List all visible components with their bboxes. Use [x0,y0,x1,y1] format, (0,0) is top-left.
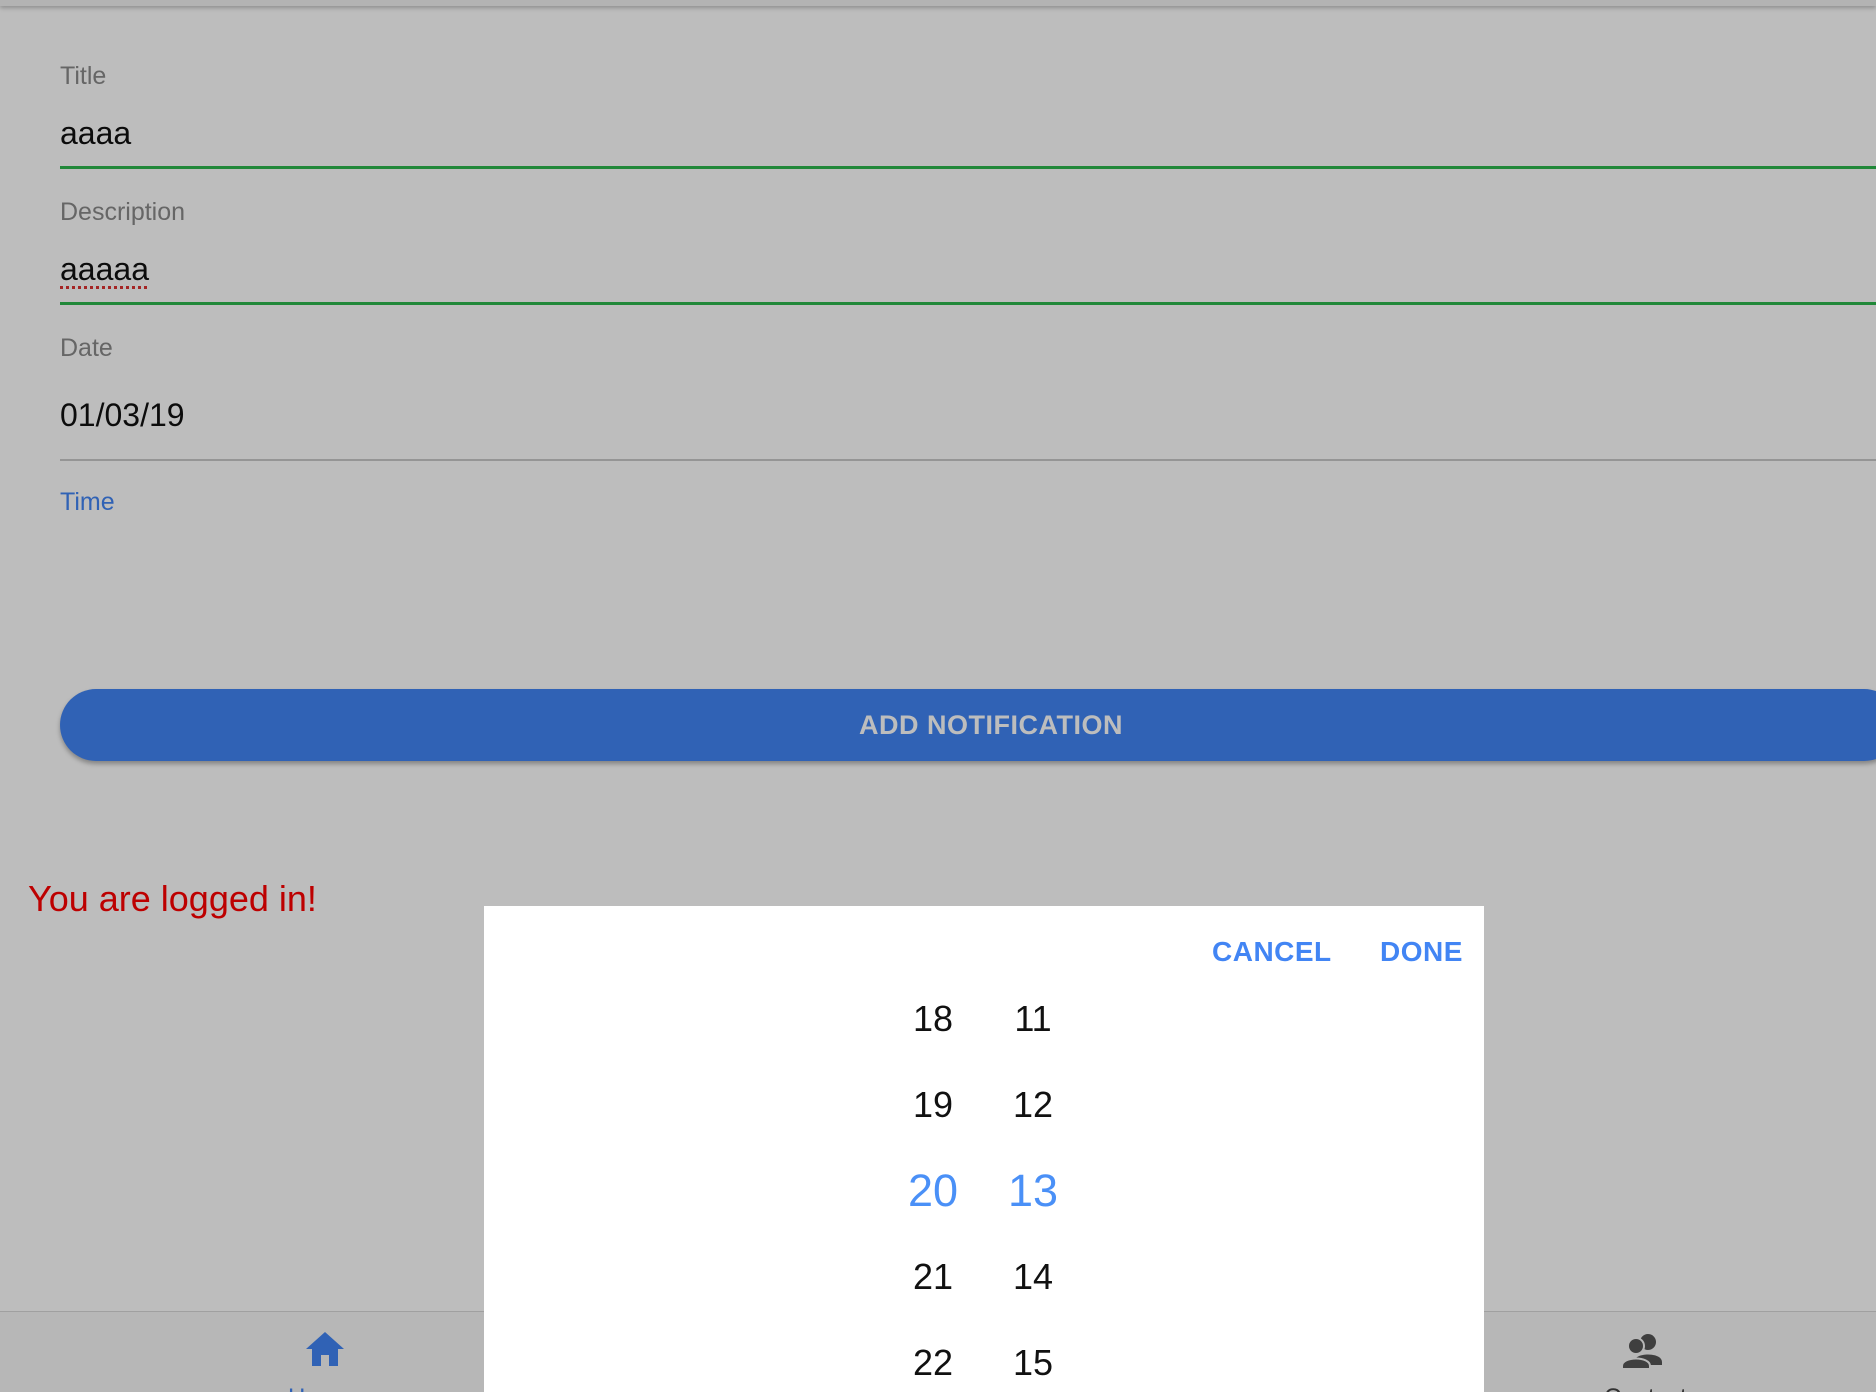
minute-option[interactable]: 12 [993,1084,1073,1126]
minute-option-selected[interactable]: 13 [993,1165,1073,1217]
hour-option[interactable]: 18 [893,998,973,1040]
hour-option[interactable]: 22 [893,1342,973,1384]
hour-option-selected[interactable]: 20 [893,1165,973,1217]
minute-option[interactable]: 14 [993,1256,1073,1298]
minute-option[interactable]: 11 [993,998,1073,1040]
hour-option[interactable]: 19 [893,1084,973,1126]
cancel-button[interactable]: CANCEL [1212,936,1332,968]
hour-option[interactable]: 21 [893,1256,973,1298]
app-screen: Title aaaa Description aaaaa Date 01/03/… [0,0,1876,1392]
done-button[interactable]: DONE [1380,936,1463,968]
minute-option[interactable]: 15 [993,1342,1073,1384]
time-picker-dialog: CANCEL DONE 18 19 20 21 22 11 12 13 14 1… [484,906,1484,1392]
